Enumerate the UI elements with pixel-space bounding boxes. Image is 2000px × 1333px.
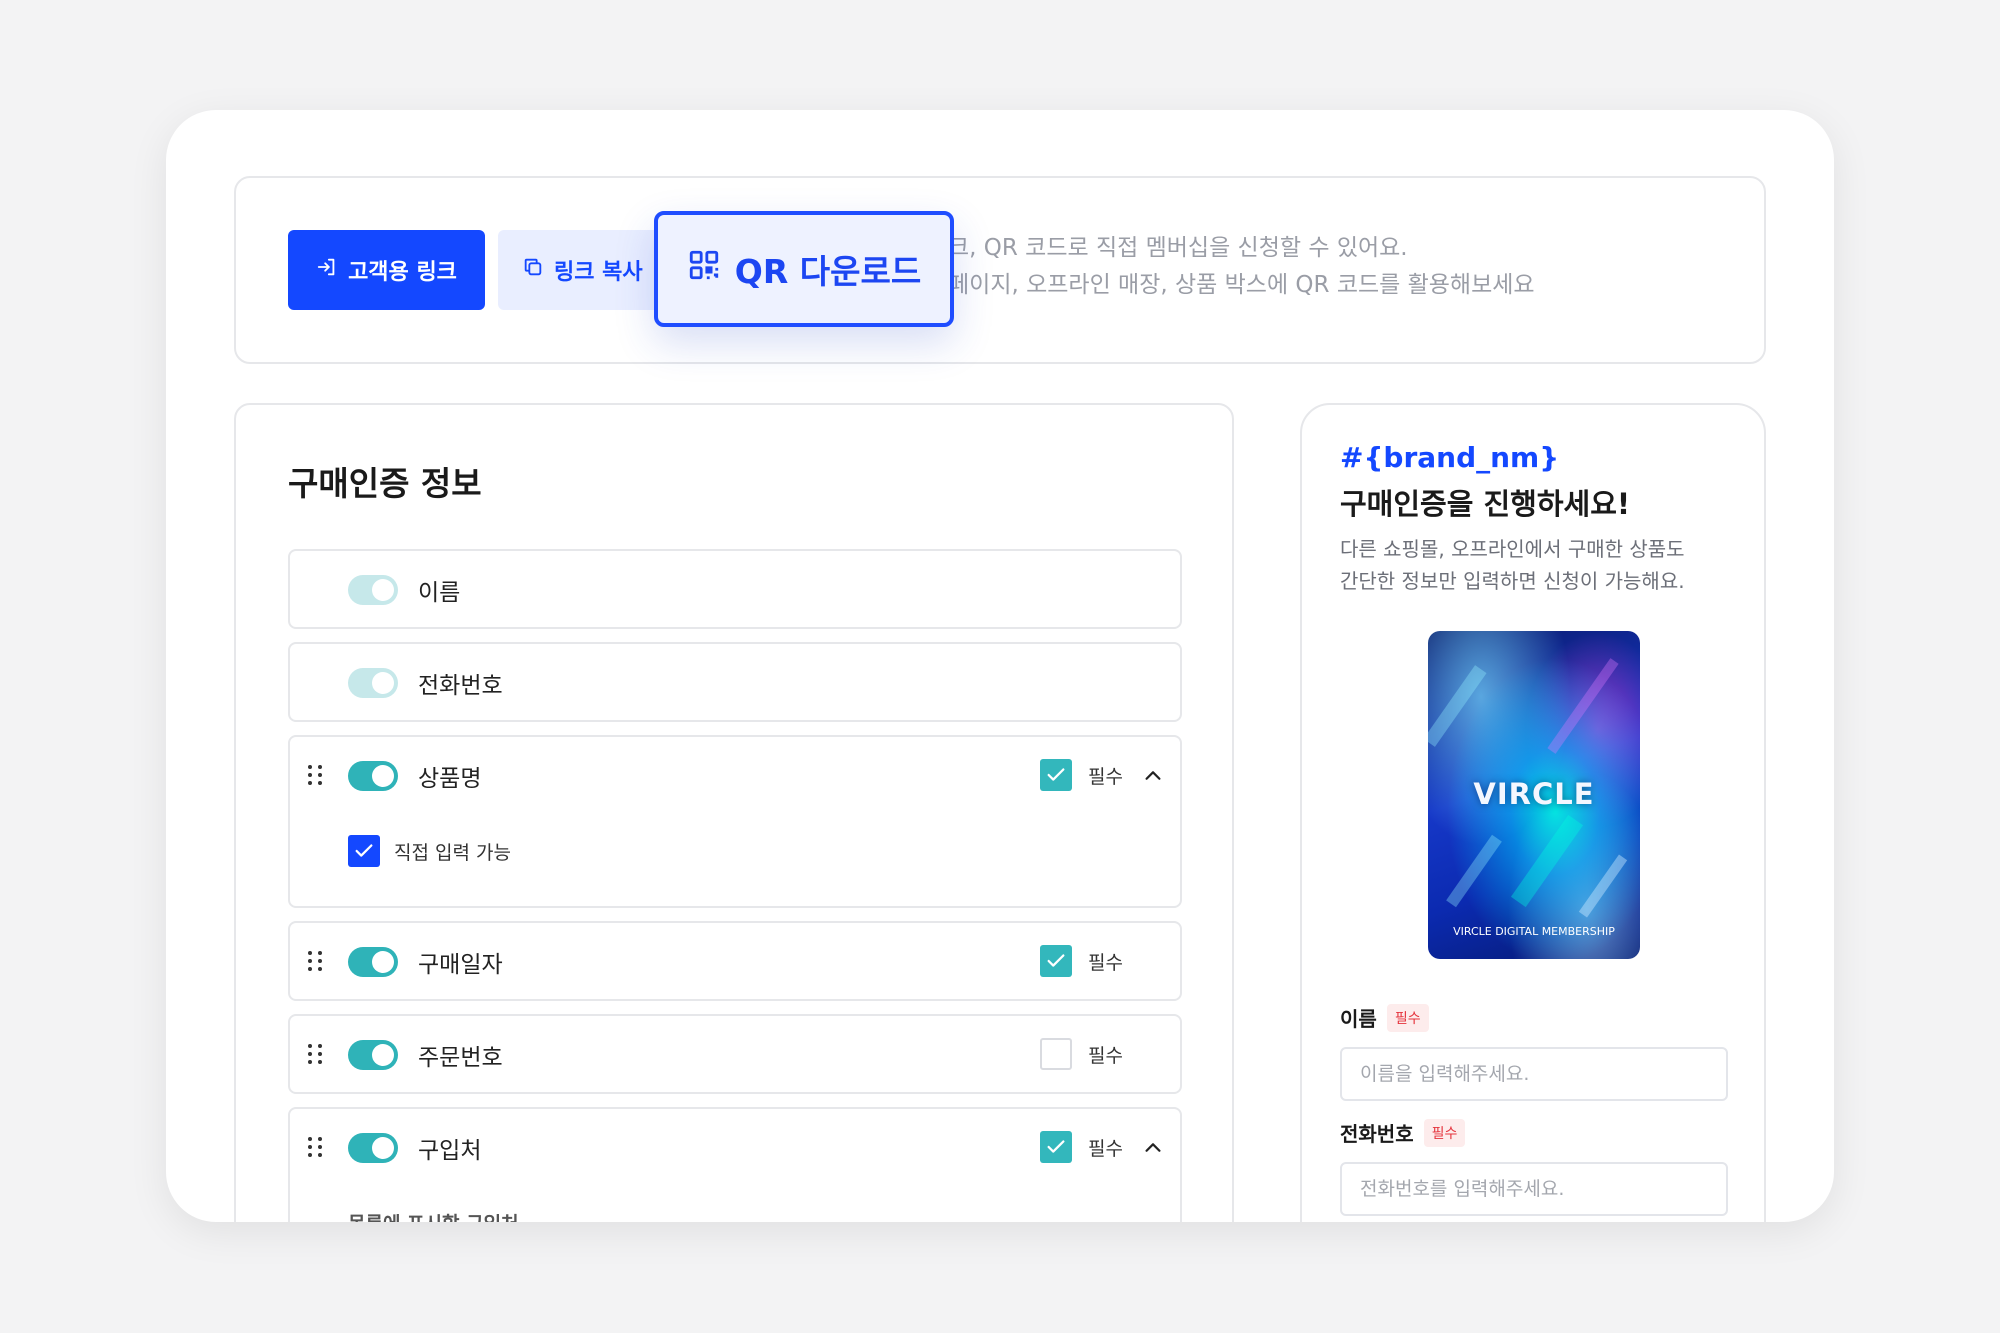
phone-field-label: 전화번호 필수 xyxy=(1340,1118,1466,1147)
copy-link-label: 링크 복사 xyxy=(554,260,643,285)
direct-input-checkbox[interactable] xyxy=(348,835,380,867)
customer-link-button[interactable]: 고객용 링크 xyxy=(288,230,485,310)
toggle-switch[interactable] xyxy=(348,1040,398,1070)
copy-icon xyxy=(522,256,544,284)
field-label: 주문번호 xyxy=(418,1045,503,1071)
drag-handle-icon[interactable] xyxy=(308,951,324,971)
check-icon xyxy=(355,844,373,857)
membership-card-image: VIRCLE VIRCLE DIGITAL MEMBERSHIP xyxy=(1428,631,1640,959)
qr-download-label: QR 다운로드 xyxy=(734,252,922,291)
required-checkbox[interactable] xyxy=(1040,1131,1072,1163)
preview-panel: #{brand_nm} 구매인증을 진행하세요! 다른 쇼핑몰, 오프라인에서 … xyxy=(1300,403,1766,1222)
drag-handle-icon[interactable] xyxy=(308,1044,324,1064)
card-title: VIRCLE xyxy=(1473,777,1595,811)
name-field-label: 이름 필수 xyxy=(1340,1003,1429,1032)
drag-handle-icon[interactable] xyxy=(308,1137,324,1157)
field-label: 구입처 xyxy=(418,1138,482,1164)
direct-input-option[interactable]: 직접 입력 가능 xyxy=(348,835,511,867)
settings-card: 고객용 링크 링크 복사 크, QR 코드로 직접 멤버십을 신청할 수 있어요… xyxy=(166,110,1834,1222)
name-input[interactable] xyxy=(1340,1047,1728,1101)
drag-handle-icon[interactable] xyxy=(308,765,324,785)
name-label-text: 이름 xyxy=(1340,1007,1377,1031)
phone-input[interactable] xyxy=(1340,1162,1728,1216)
card-subtitle: VIRCLE DIGITAL MEMBERSHIP xyxy=(1453,925,1615,938)
preview-description-line1: 다른 쇼핑몰, 오프라인에서 구매한 상품도 xyxy=(1340,537,1685,561)
brand-name-variable: #{brand_nm} xyxy=(1340,441,1560,474)
required-badge: 필수 xyxy=(1423,1118,1466,1147)
section-title: 구매인증 정보 xyxy=(288,464,482,503)
toggle-switch[interactable] xyxy=(348,1133,398,1163)
field-row-phone: 전화번호 xyxy=(288,642,1182,722)
field-row-order-number: 주문번호 필수 xyxy=(288,1014,1182,1094)
required-label: 필수 xyxy=(1088,766,1123,788)
chevron-up-icon[interactable] xyxy=(1142,1137,1164,1159)
qr-code-icon xyxy=(687,248,721,290)
required-badge: 필수 xyxy=(1386,1003,1429,1032)
check-icon xyxy=(1047,768,1065,781)
required-label: 필수 xyxy=(1088,1045,1123,1067)
field-label: 이름 xyxy=(418,580,461,606)
toggle-switch[interactable] xyxy=(348,575,398,605)
qr-download-button[interactable]: QR 다운로드 xyxy=(654,211,954,327)
required-checkbox[interactable] xyxy=(1040,1038,1072,1070)
purchase-verification-panel: 구매인증 정보 이름 전화번호 상품명 필수 직접 입력 가능 구매일자 필수 … xyxy=(234,403,1234,1222)
link-description: 크, QR 코드로 직접 멤버십을 신청할 수 있어요. 페이지, 오프라인 매… xyxy=(948,230,1535,304)
field-label: 상품명 xyxy=(418,766,482,792)
link-description-line1: 크, QR 코드로 직접 멤버십을 신청할 수 있어요. xyxy=(948,235,1408,261)
toggle-switch[interactable] xyxy=(348,668,398,698)
customer-link-label: 고객용 링크 xyxy=(348,260,457,285)
field-label: 구매일자 xyxy=(418,952,503,978)
field-row-name: 이름 xyxy=(288,549,1182,629)
field-row-purchase-date: 구매일자 필수 xyxy=(288,921,1182,1001)
field-row-store: 구입처 필수 목록에 표시할 구입처 xyxy=(288,1107,1182,1222)
chevron-up-icon[interactable] xyxy=(1142,765,1164,787)
field-label: 전화번호 xyxy=(418,673,503,699)
preview-description-line2: 간단한 정보만 입력하면 신청이 가능해요. xyxy=(1340,569,1685,593)
required-label: 필수 xyxy=(1088,1138,1123,1160)
link-section: 고객용 링크 링크 복사 크, QR 코드로 직접 멤버십을 신청할 수 있어요… xyxy=(234,176,1766,364)
field-row-product: 상품명 필수 직접 입력 가능 xyxy=(288,735,1182,908)
required-checkbox[interactable] xyxy=(1040,945,1072,977)
toggle-switch[interactable] xyxy=(348,947,398,977)
preview-heading: 구매인증을 진행하세요! xyxy=(1340,487,1631,521)
check-icon xyxy=(1047,1140,1065,1153)
preview-description: 다른 쇼핑몰, 오프라인에서 구매한 상품도 간단한 정보만 입력하면 신청이 … xyxy=(1340,533,1685,597)
toggle-switch[interactable] xyxy=(348,761,398,791)
login-arrow-icon xyxy=(316,256,338,284)
link-description-line2: 페이지, 오프라인 매장, 상품 박스에 QR 코드를 활용해보세요 xyxy=(948,272,1535,298)
store-list-label: 목록에 표시할 구입처 xyxy=(348,1209,519,1222)
check-icon xyxy=(1047,954,1065,967)
phone-label-text: 전화번호 xyxy=(1340,1122,1414,1146)
direct-input-label: 직접 입력 가능 xyxy=(394,841,511,864)
required-checkbox[interactable] xyxy=(1040,759,1072,791)
required-label: 필수 xyxy=(1088,952,1123,974)
